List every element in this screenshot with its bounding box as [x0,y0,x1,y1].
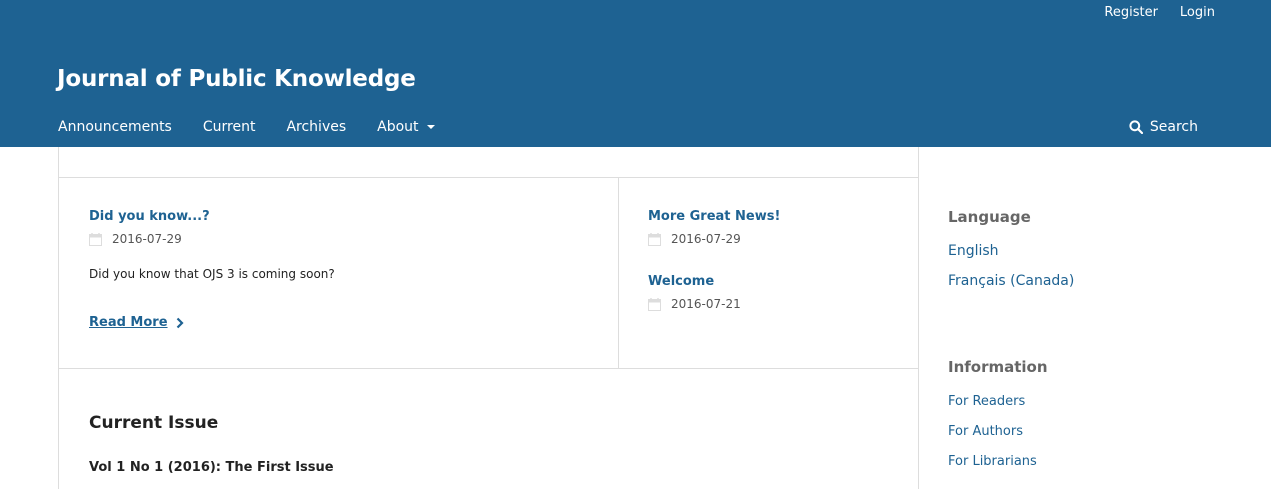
site-title[interactable]: Journal of Public Knowledge [57,66,416,92]
read-more-link[interactable]: Read More [89,315,184,330]
site-header: Register Login Journal of Public Knowled… [0,0,1271,147]
nav-announcements[interactable]: Announcements [58,117,172,137]
announcement-title[interactable]: Welcome [648,274,714,289]
info-for-readers[interactable]: For Readers [948,394,1025,409]
announcement-date: 2016-07-29 [89,232,182,246]
announcement-title[interactable]: More Great News! [648,209,780,224]
announcement-date-text: 2016-07-21 [671,297,741,311]
search-icon [1129,120,1143,134]
announcement-date: 2016-07-29 [648,232,741,246]
calendar-icon [89,232,102,246]
information-heading: Information [948,358,1048,376]
announcement-date: 2016-07-21 [648,297,741,311]
language-french-canada[interactable]: Français (Canada) [948,273,1074,289]
divider [618,178,619,368]
current-issue-heading: Current Issue [89,413,219,433]
announcement-date-text: 2016-07-29 [112,232,182,246]
calendar-icon [648,232,661,246]
nav-about[interactable]: About [377,117,435,137]
calendar-icon [648,297,661,311]
primary-nav: Announcements Current Archives About [58,117,466,137]
info-for-authors[interactable]: For Authors [948,424,1023,439]
search-label: Search [1149,119,1198,135]
announcement-summary: Did you know that OJS 3 is coming soon? [89,267,335,281]
language-heading: Language [948,208,1031,226]
caret-down-icon [426,125,435,129]
divider [59,368,919,369]
announcement-date-text: 2016-07-29 [671,232,741,246]
search-link[interactable]: Search [1129,117,1198,137]
info-for-librarians[interactable]: For Librarians [948,454,1037,469]
current-issue-title: Vol 1 No 1 (2016): The First Issue [89,460,334,475]
main-content: Did you know...? 2016-07-29 Did you know… [58,147,919,489]
user-nav: Register Login [1082,4,1215,22]
login-link[interactable]: Login [1158,4,1215,22]
divider [59,177,919,178]
nav-current[interactable]: Current [203,117,256,137]
nav-about-label: About [377,119,419,135]
nav-archives[interactable]: Archives [286,117,346,137]
chevron-right-icon [176,317,184,328]
read-more-label: Read More [89,315,168,330]
announcement-title[interactable]: Did you know...? [89,209,210,224]
register-link[interactable]: Register [1082,4,1158,22]
language-english[interactable]: English [948,243,999,259]
